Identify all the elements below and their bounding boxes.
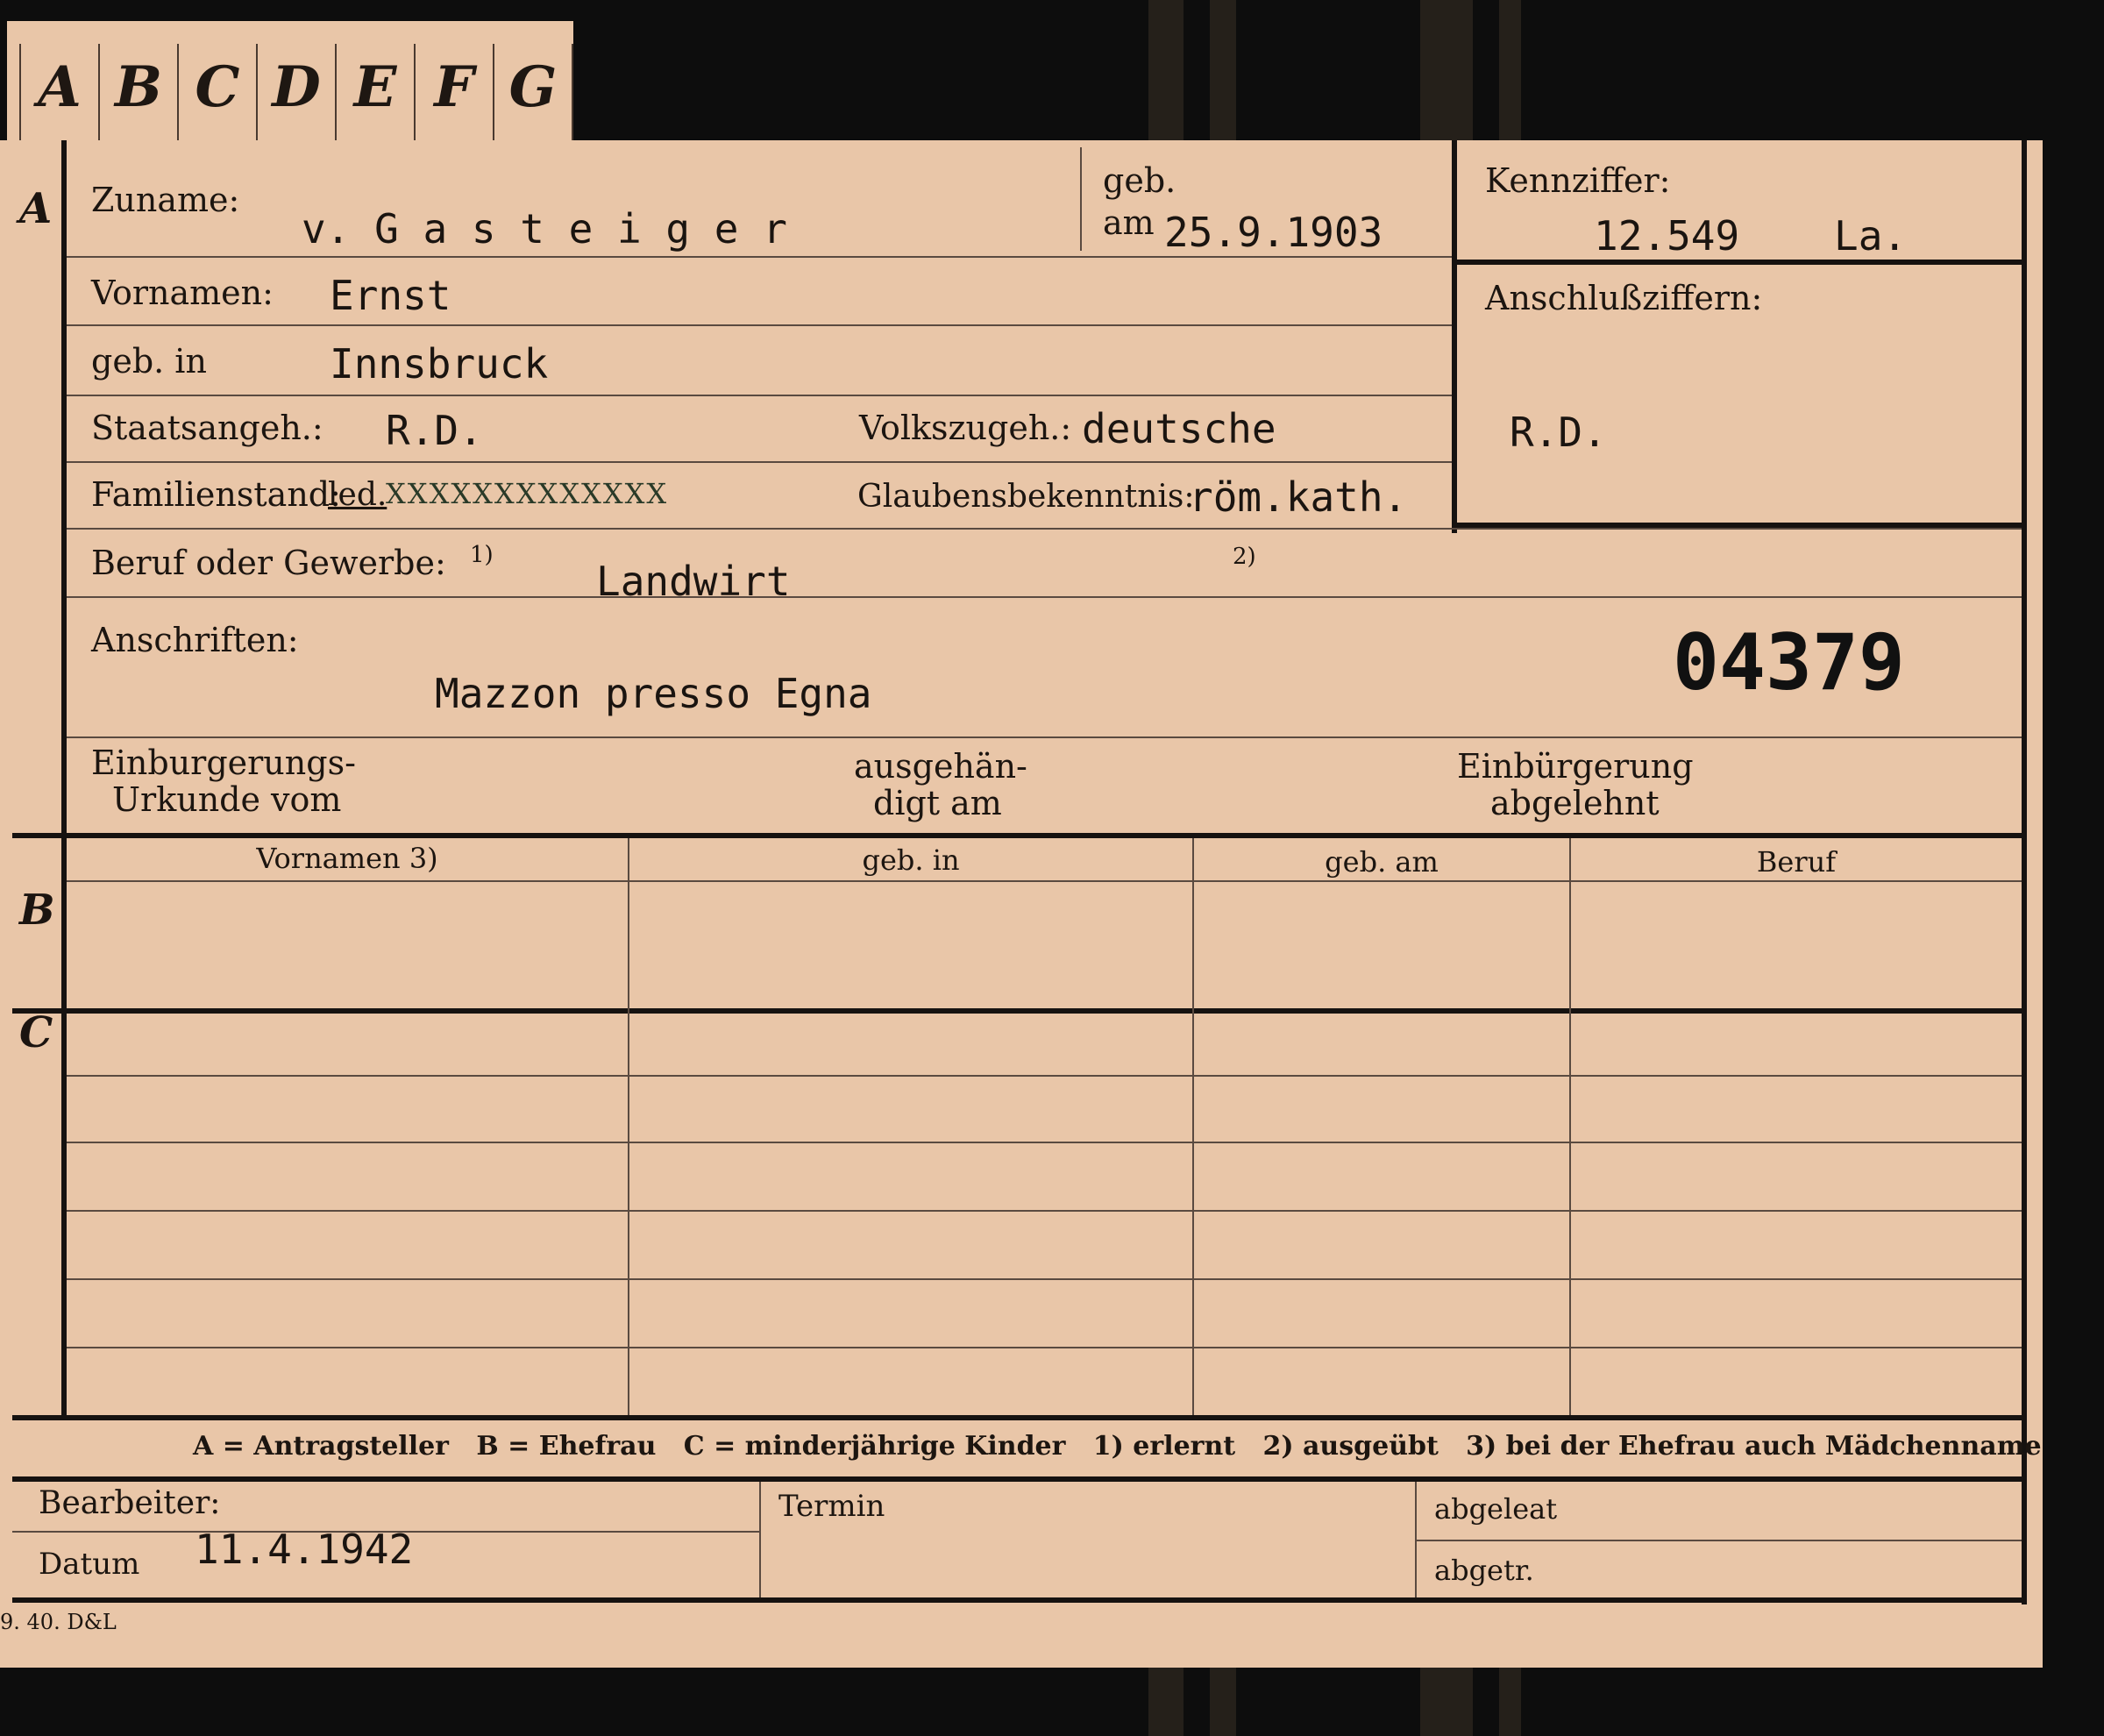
footnote-2-marker: 2) bbox=[1233, 544, 1256, 570]
section-c-letter: C bbox=[19, 1008, 53, 1057]
tab-e: E bbox=[335, 44, 414, 140]
col-geb-am: geb. am bbox=[1325, 845, 1439, 879]
vornamen-value: Ernst bbox=[330, 272, 451, 319]
volkszugeh-value: deutsche bbox=[1082, 405, 1276, 452]
section-b-top bbox=[12, 833, 2022, 838]
section-b-letter: B bbox=[19, 886, 55, 935]
bottom-border bbox=[12, 1597, 2027, 1603]
right-border bbox=[2022, 140, 2027, 1604]
staatsangeh-label: Staatsangeh.: bbox=[91, 409, 323, 447]
abgelegt-label: abgeleat bbox=[1434, 1492, 1558, 1526]
left-border bbox=[61, 140, 67, 1420]
tab-f: F bbox=[414, 44, 493, 140]
am-label: am bbox=[1103, 203, 1155, 242]
familienstand-struck: XXXXXXXXXXXXX bbox=[386, 477, 669, 510]
kennziffer-suffix: La. bbox=[1834, 212, 1908, 260]
print-code: 9. 40. D&L bbox=[0, 1610, 117, 1634]
registration-card: A B C Zuname: v. G a s t e i g e r geb. … bbox=[0, 140, 2043, 1668]
ausgehaendigt-label-2: digt am bbox=[873, 784, 1002, 822]
col-beruf: Beruf bbox=[1756, 845, 1837, 879]
termin-label: Termin bbox=[778, 1489, 885, 1524]
zuname-value: v. G a s t e i g e r bbox=[302, 205, 787, 253]
section-a-letter: A bbox=[19, 184, 53, 233]
vornamen-label: Vornamen: bbox=[91, 274, 274, 312]
zuname-label: Zuname: bbox=[91, 181, 240, 219]
einbuergerung-label-2: abgelehnt bbox=[1490, 784, 1660, 822]
glaubensbekenntnis-label: Glaubensbekenntnis: bbox=[857, 479, 1195, 515]
geb-in-value: Innsbruck bbox=[330, 340, 549, 388]
tab-b: B bbox=[98, 44, 177, 140]
anschriften-label: Anschriften: bbox=[91, 621, 299, 659]
anschlussziffern-value: R.D. bbox=[1510, 409, 1607, 456]
kennziffer-value: 12.549 bbox=[1594, 212, 1740, 260]
einbuergerungs-label-1: Einburgerungs- bbox=[91, 743, 356, 782]
kennziffer-label: Kennziffer: bbox=[1485, 161, 1671, 200]
stamp-number: 04379 bbox=[1673, 617, 1905, 708]
datum-value: 11.4.1942 bbox=[195, 1526, 414, 1573]
geb-am-value: 25.9.1903 bbox=[1164, 209, 1383, 256]
tab-c: C bbox=[177, 44, 256, 140]
anschrift-value: Mazzon presso Egna bbox=[435, 670, 872, 717]
footnote-1-marker: 1) bbox=[470, 542, 494, 568]
geb-in-label: geb. in bbox=[91, 342, 207, 381]
staatsangeh-value: R.D. bbox=[386, 407, 483, 454]
familienstand-label: Familienstand: bbox=[91, 475, 341, 514]
tab-g: G bbox=[493, 44, 573, 140]
abgetr-label: abgetr. bbox=[1434, 1554, 1534, 1587]
anschlussziffern-label: Anschlußziffern: bbox=[1485, 279, 1763, 317]
volkszugeh-label: Volkszugeh.: bbox=[859, 409, 1072, 447]
beruf-label: Beruf oder Gewerbe: bbox=[91, 544, 446, 582]
einbuergerungs-label-2: Urkunde vom bbox=[112, 780, 342, 819]
glaubensbekenntnis-value: röm.kath. bbox=[1189, 473, 1408, 521]
datum-label: Datum bbox=[39, 1547, 140, 1582]
bearbeiter-label: Bearbeiter: bbox=[39, 1485, 221, 1521]
familienstand-leading: led. bbox=[328, 477, 387, 513]
index-tabs: A B C D E F G bbox=[7, 21, 573, 140]
col-geb-in: geb. in bbox=[862, 843, 960, 877]
geb-label: geb. bbox=[1103, 161, 1176, 200]
ausgehaendigt-label-1: ausgehän- bbox=[854, 747, 1027, 786]
beruf-value: Landwirt bbox=[596, 558, 791, 605]
tab-a: A bbox=[19, 44, 98, 140]
legend: A = Antragsteller B = Ehefrau C = minder… bbox=[193, 1431, 2042, 1462]
tab-d: D bbox=[256, 44, 335, 140]
section-c-top bbox=[12, 1008, 2022, 1014]
kennziffer-box-left bbox=[1452, 140, 1457, 533]
einbuergerung-label-1: Einbürgerung bbox=[1457, 747, 1694, 786]
col-vornamen: Vornamen 3) bbox=[256, 842, 438, 875]
